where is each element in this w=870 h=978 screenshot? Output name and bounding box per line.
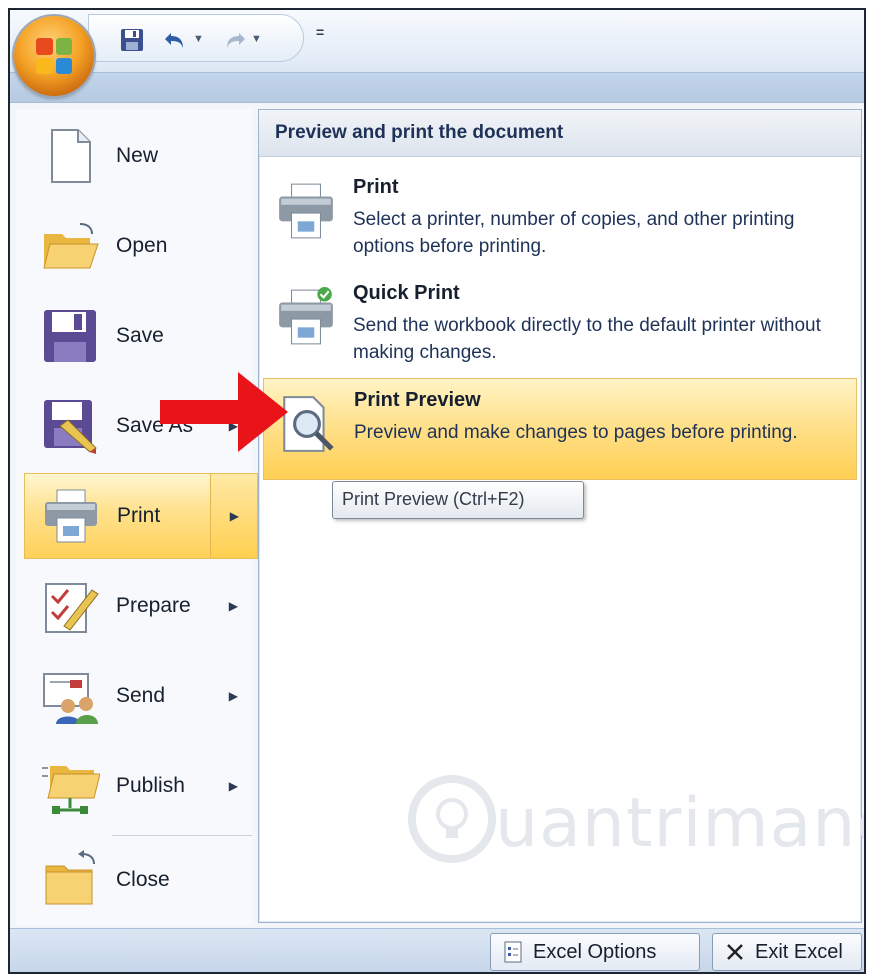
- menu-item-label: Prepare: [116, 594, 191, 617]
- undo-dropdown-icon[interactable]: ▼: [193, 33, 204, 45]
- new-document-icon: [40, 126, 100, 186]
- quick-print-icon: [275, 286, 337, 348]
- submenu-arrow-icon: ▶: [228, 779, 238, 793]
- menu-item-label: New: [116, 144, 159, 167]
- excel-options-button[interactable]: Excel Options: [490, 933, 700, 971]
- red-annotation-arrow-icon: [160, 372, 288, 452]
- option-print-preview[interactable]: Print Preview Preview and make changes t…: [263, 378, 857, 480]
- menu-item-label: Save: [116, 324, 164, 347]
- redo-icon[interactable]: [221, 27, 247, 53]
- send-people-icon: [40, 666, 100, 726]
- options-document-icon: [501, 940, 525, 964]
- menu-separator: [112, 835, 252, 836]
- menu-item-close[interactable]: Close: [16, 837, 252, 923]
- panel-title: Preview and print the document: [275, 122, 564, 143]
- option-quick-print[interactable]: Quick Print Send the workbook directly t…: [263, 272, 857, 374]
- customize-toolbar-icon[interactable]: =: [316, 24, 324, 40]
- tooltip: Print Preview (Ctrl+F2): [332, 481, 584, 519]
- quick-access-toolbar: ▼ ▼ =: [10, 10, 864, 103]
- option-description: Send the workbook directly to the defaul…: [353, 315, 821, 363]
- tooltip-text: Print Preview (Ctrl+F2): [342, 489, 525, 509]
- option-description: Select a printer, number of copies, and …: [353, 209, 795, 257]
- undo-icon[interactable]: [163, 27, 189, 53]
- menu-item-label: Open: [116, 234, 168, 257]
- redo-dropdown-icon[interactable]: ▼: [251, 33, 262, 45]
- printer-icon: [275, 180, 337, 242]
- option-title: Quick Print: [353, 282, 460, 304]
- watermark-bulb-icon: [408, 775, 496, 863]
- close-x-icon: [723, 940, 747, 964]
- printer-icon: [41, 486, 101, 546]
- exit-excel-button[interactable]: Exit Excel: [712, 933, 862, 971]
- menu-item-label: Send: [116, 684, 166, 707]
- option-title: Print: [353, 176, 399, 198]
- watermark-text: uantrimang: [495, 784, 866, 863]
- menu-item-label: Close: [116, 868, 170, 891]
- menu-item-new[interactable]: New: [16, 113, 252, 199]
- office-button[interactable]: [14, 16, 94, 96]
- submenu-arrow-icon: ▶: [229, 509, 239, 523]
- menu-item-label: Publish: [116, 774, 185, 797]
- close-folder-icon: [40, 850, 100, 910]
- menu-item-send[interactable]: Send ▶: [16, 653, 252, 739]
- menu-item-label: Print: [117, 504, 161, 527]
- menu-item-save[interactable]: Save: [16, 293, 252, 379]
- option-description: Preview and make changes to pages before…: [354, 422, 798, 443]
- option-print[interactable]: Print Select a printer, number of copies…: [263, 166, 857, 268]
- panel-header: Preview and print the document: [259, 110, 861, 157]
- menu-item-open[interactable]: Open: [16, 203, 252, 289]
- toolbar-band: [10, 72, 864, 103]
- left-command-list: New Open Save Save As ▶ Print ▶ Prepare …: [16, 109, 258, 925]
- option-title: Print Preview: [354, 389, 481, 411]
- excel-options-label: Excel Options: [533, 940, 657, 963]
- menu-item-publish[interactable]: Publish ▶: [16, 743, 252, 829]
- submenu-arrow-icon: ▶: [228, 599, 238, 613]
- watermark: uantrimang: [407, 760, 864, 890]
- floppy-disk-icon: [40, 306, 100, 366]
- office-menu: New Open Save Save As ▶ Print ▶ Prepare …: [10, 102, 864, 929]
- bottom-bar: Excel Options Exit Excel: [10, 928, 864, 972]
- save-as-icon: [40, 396, 100, 456]
- menu-item-print[interactable]: Print ▶: [24, 473, 258, 559]
- menu-item-prepare[interactable]: Prepare ▶: [16, 563, 252, 649]
- prepare-pencil-icon: [40, 576, 100, 636]
- open-folder-icon: [40, 216, 100, 276]
- office-menu-window: ▼ ▼ = New Open Save Save As ▶ Print ▶ Pr…: [8, 8, 866, 974]
- save-icon[interactable]: [119, 27, 145, 53]
- qat-container: ▼ ▼: [88, 14, 304, 62]
- submenu-arrow-icon: ▶: [228, 689, 238, 703]
- publish-folder-icon: [40, 756, 101, 816]
- office-logo-icon: [36, 38, 72, 74]
- exit-excel-label: Exit Excel: [755, 940, 843, 963]
